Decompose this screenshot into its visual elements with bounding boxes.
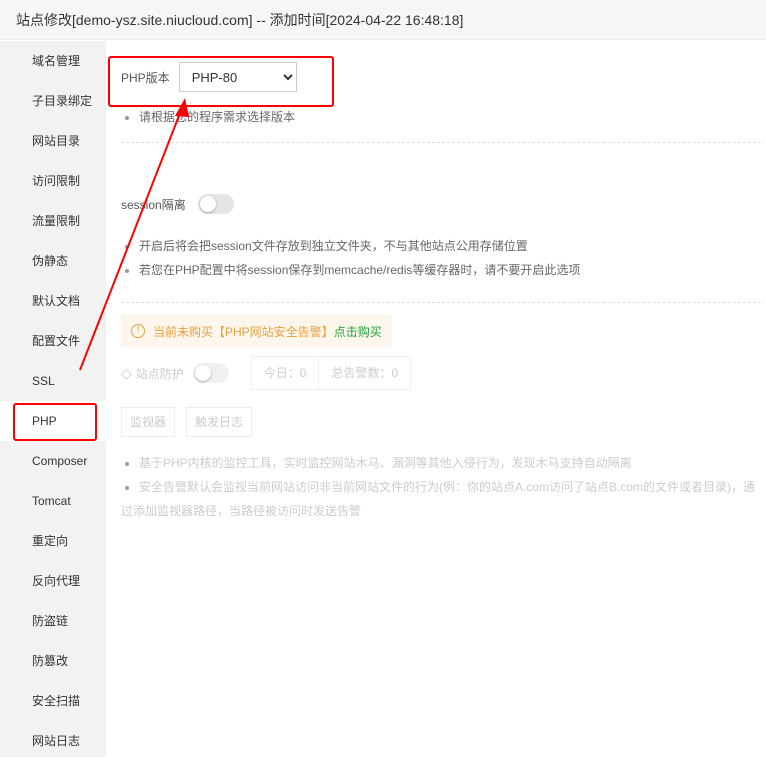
annotation-arrow-icon xyxy=(79,98,189,371)
